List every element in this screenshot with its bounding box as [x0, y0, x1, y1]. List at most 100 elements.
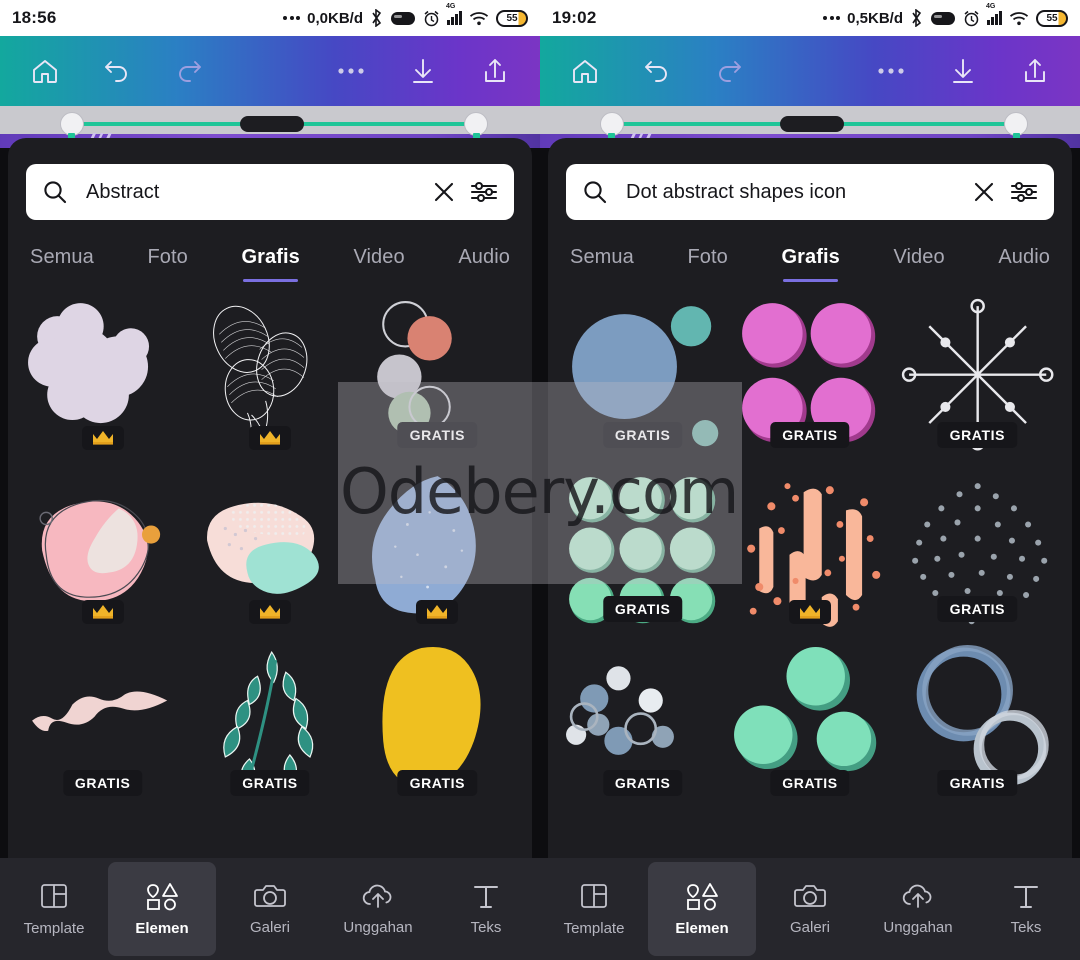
bluetooth-icon	[912, 9, 922, 27]
download-button[interactable]	[400, 48, 446, 94]
clear-icon[interactable]	[972, 180, 996, 204]
result-item[interactable]: GRATIS	[357, 642, 518, 810]
tab-grafis[interactable]: Grafis	[241, 246, 300, 282]
element-picker-sheet: Abstract Semua Foto Grafis Video Audio G…	[8, 138, 532, 960]
element-picker-sheet: Dot abstract shapes icon Semua Foto Graf…	[548, 138, 1072, 960]
editor-toolbar	[540, 36, 1080, 106]
camera-icon	[254, 885, 286, 907]
search-bar[interactable]: Dot abstract shapes icon	[566, 164, 1054, 220]
alarm-icon	[964, 10, 979, 26]
share-icon	[485, 59, 505, 82]
search-input[interactable]: Dot abstract shapes icon	[622, 181, 958, 204]
result-item[interactable]: GRATIS	[22, 642, 183, 810]
nav-template[interactable]: Template	[0, 862, 108, 956]
result-item[interactable]: GRATIS	[562, 294, 723, 462]
template-icon	[581, 884, 607, 908]
nav-unggahan-label: Unggahan	[883, 919, 953, 936]
filter-icon[interactable]	[1010, 180, 1038, 204]
nav-teks[interactable]: Teks	[972, 862, 1080, 956]
undo-button[interactable]	[94, 48, 140, 94]
download-icon	[953, 59, 973, 83]
free-badge: GRATIS	[937, 422, 1018, 448]
home-icon	[33, 60, 57, 83]
phone-half-right: 19:02 0,5KB/d 4G 55 Dot abstract shapes …	[540, 0, 1080, 960]
free-badge: GRATIS	[602, 422, 683, 448]
undo-button[interactable]	[634, 48, 680, 94]
result-item[interactable]	[22, 468, 183, 636]
result-item[interactable]: GRATIS	[729, 294, 890, 462]
search-input[interactable]: Abstract	[82, 181, 418, 204]
nav-galeri-label: Galeri	[249, 919, 290, 936]
template-icon	[41, 884, 67, 908]
status-icons: 0,0KB/d 4G 55	[283, 3, 528, 27]
status-icons: 0,5KB/d 4G 55	[823, 3, 1068, 27]
ellipsis-icon	[283, 16, 301, 20]
premium-crown-badge	[81, 600, 124, 624]
free-badge: GRATIS	[602, 596, 683, 622]
tab-foto[interactable]: Foto	[147, 246, 187, 282]
category-tabs: Semua Foto Grafis Video Audio	[548, 220, 1072, 282]
more-options-button[interactable]	[868, 48, 914, 94]
redo-button[interactable]	[706, 48, 752, 94]
home-button[interactable]	[562, 48, 608, 94]
nav-teks[interactable]: Teks	[432, 862, 540, 956]
undo-icon	[105, 61, 127, 82]
nav-unggahan[interactable]: Unggahan	[864, 862, 972, 956]
selection-bar[interactable]	[780, 116, 844, 132]
search-bar[interactable]: Abstract	[26, 164, 514, 220]
share-button[interactable]	[1012, 48, 1058, 94]
home-button[interactable]	[22, 48, 68, 94]
download-icon	[413, 59, 433, 83]
result-item[interactable]: GRATIS	[357, 294, 518, 462]
more-options-button[interactable]	[328, 48, 374, 94]
nav-elemen-label: Elemen	[675, 920, 729, 937]
result-item[interactable]: GRATIS	[897, 468, 1058, 636]
capsule-icon	[931, 11, 955, 25]
nav-elemen[interactable]: Elemen	[108, 862, 216, 956]
tab-video[interactable]: Video	[353, 246, 404, 282]
redo-button[interactable]	[166, 48, 212, 94]
result-item[interactable]: GRATIS	[562, 642, 723, 810]
nav-galeri[interactable]: Galeri	[216, 862, 324, 956]
premium-crown-badge	[788, 600, 831, 624]
ellipsis-icon	[823, 16, 841, 20]
result-item[interactable]	[189, 468, 350, 636]
tab-video[interactable]: Video	[893, 246, 944, 282]
nav-template[interactable]: Template	[540, 862, 648, 956]
nav-template-label: Template	[23, 920, 85, 937]
share-button[interactable]	[472, 48, 518, 94]
elements-icon	[147, 883, 178, 911]
download-button[interactable]	[940, 48, 986, 94]
tab-grafis[interactable]: Grafis	[781, 246, 840, 282]
clear-icon[interactable]	[432, 180, 456, 204]
nav-unggahan[interactable]: Unggahan	[324, 862, 432, 956]
result-item[interactable]: GRATIS	[897, 642, 1058, 810]
free-badge: GRATIS	[602, 770, 683, 796]
nav-unggahan-label: Unggahan	[343, 919, 413, 936]
battery-indicator: 55	[1036, 9, 1068, 27]
tab-semua[interactable]: Semua	[570, 246, 634, 282]
free-badge: GRATIS	[397, 422, 478, 448]
result-item[interactable]	[729, 468, 890, 636]
free-badge: GRATIS	[937, 770, 1018, 796]
filter-icon[interactable]	[470, 180, 498, 204]
nav-galeri[interactable]: Galeri	[756, 862, 864, 956]
crown-icon	[427, 605, 448, 619]
result-item[interactable]: GRATIS	[729, 642, 890, 810]
result-item[interactable]	[357, 468, 518, 636]
result-item[interactable]	[189, 294, 350, 462]
tab-audio[interactable]: Audio	[458, 246, 510, 282]
nav-elemen[interactable]: Elemen	[648, 862, 756, 956]
status-time: 18:56	[12, 8, 57, 27]
result-item[interactable]: GRATIS	[562, 468, 723, 636]
premium-crown-badge	[81, 426, 124, 450]
status-bar: 19:02 0,5KB/d 4G 55	[540, 0, 1080, 36]
result-item[interactable]: GRATIS	[189, 642, 350, 810]
result-item[interactable]: GRATIS	[897, 294, 1058, 462]
tab-semua[interactable]: Semua	[30, 246, 94, 282]
result-item[interactable]	[22, 294, 183, 462]
tab-foto[interactable]: Foto	[687, 246, 727, 282]
tab-audio[interactable]: Audio	[998, 246, 1050, 282]
selection-bar[interactable]	[240, 116, 304, 132]
redo-icon	[719, 61, 741, 82]
